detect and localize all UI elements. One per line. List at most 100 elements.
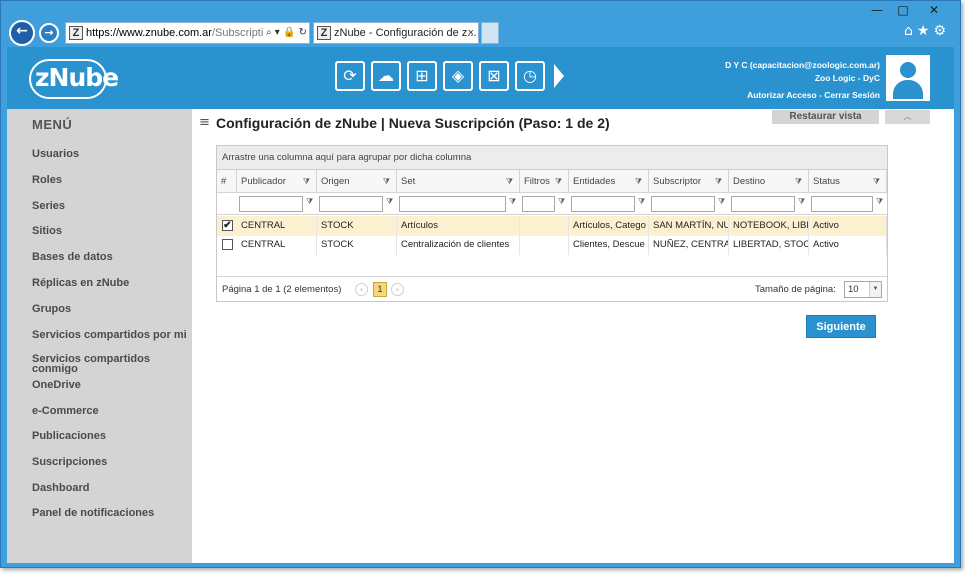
filter-input[interactable] xyxy=(522,196,555,212)
subscription-grid: Arrastre una columna aquí para agrupar p… xyxy=(216,145,888,302)
filter-input[interactable] xyxy=(651,196,715,212)
column-filter-icon[interactable]: ⧩ xyxy=(635,170,642,193)
box-icon[interactable]: ◈ xyxy=(443,61,473,91)
column-filter-icon[interactable]: ⧩ xyxy=(873,170,880,193)
column-filter-icon[interactable]: ⧩ xyxy=(795,170,802,193)
avatar-head-icon xyxy=(900,62,916,78)
column-header-label: Filtros xyxy=(524,176,550,187)
clock-icon[interactable]: ◷ xyxy=(515,61,545,91)
table-row[interactable]: ✔ CENTRAL STOCK Artículos Artículos, Catego S… xyxy=(217,216,887,236)
collapse-icon[interactable]: ︿ xyxy=(885,110,930,124)
filter-funnel-icon[interactable]: ⧩ xyxy=(798,197,805,207)
column-filter-icon[interactable]: ⧩ xyxy=(506,170,513,193)
home-star-gear-icons[interactable]: ⌂★⚙ xyxy=(904,23,950,39)
column-filter-icon[interactable]: ⧩ xyxy=(555,170,562,193)
column-header-label: Destino xyxy=(733,176,766,187)
column-header-6[interactable]: Subscriptor ⧩ xyxy=(649,170,729,193)
row-checkbox[interactable]: ✔ xyxy=(222,220,233,231)
group-by-hint[interactable]: Arrastre una columna aquí para agrupar p… xyxy=(217,146,887,170)
tab-close-icon[interactable]: × xyxy=(468,23,474,43)
column-header-4[interactable]: Filtros ⧩ xyxy=(520,170,569,193)
sidebar-item-publicaciones[interactable]: Publicaciones xyxy=(32,431,192,442)
sidebar-item-dashboard[interactable]: Dashboard xyxy=(32,483,192,494)
hamburger-icon[interactable]: ≡ xyxy=(199,115,210,130)
sidebar-item-usuarios[interactable]: Usuarios xyxy=(32,149,192,160)
browser-tab-active[interactable]: Z zNube - Configuración de z... × xyxy=(313,22,479,44)
back-button[interactable]: ← xyxy=(9,20,35,46)
users-refresh-icon[interactable]: ⟳ xyxy=(335,61,365,91)
next-button[interactable]: Siguiente xyxy=(806,315,876,338)
sidebar-item-series[interactable]: Series xyxy=(32,201,192,212)
sidebar-item-servicios-compartidos-por-mi[interactable]: Servicios compartidos por mi xyxy=(32,330,192,341)
filter-input[interactable] xyxy=(731,196,795,212)
close-window-button[interactable]: ✕ xyxy=(916,3,952,19)
column-header-label: Subscriptor xyxy=(653,176,702,187)
filter-funnel-icon[interactable]: ⧩ xyxy=(638,197,645,207)
column-filter-icon[interactable]: ⧩ xyxy=(383,170,390,193)
column-header-1[interactable]: Publicador ⧩ xyxy=(237,170,317,193)
avatar[interactable] xyxy=(886,55,930,101)
cell-origen: STOCK xyxy=(317,235,397,255)
filter-input[interactable] xyxy=(399,196,506,212)
column-header-label: Origen xyxy=(321,176,350,187)
column-header-5[interactable]: Entidades ⧩ xyxy=(569,170,649,193)
page-size-select[interactable]: 10 ▼ xyxy=(844,281,882,298)
cart-icon[interactable]: ⊠ xyxy=(479,61,509,91)
window-controls: — □ ✕ xyxy=(864,3,952,19)
filter-funnel-icon[interactable]: ⧩ xyxy=(509,197,516,207)
minimize-button[interactable]: — xyxy=(864,3,890,19)
network-icon[interactable]: ⊞ xyxy=(407,61,437,91)
sidebar-item-suscripciones[interactable]: Suscripciones xyxy=(32,457,192,468)
filter-input[interactable] xyxy=(811,196,873,212)
filter-input[interactable] xyxy=(239,196,303,212)
sidebar-item-panel-de-notificaciones[interactable]: Panel de notificaciones xyxy=(32,508,192,519)
tab-title: zNube - Configuración de z... xyxy=(334,27,477,39)
modules-next-arrow-icon[interactable] xyxy=(554,64,564,88)
filter-funnel-icon[interactable]: ⧩ xyxy=(558,197,565,207)
address-bar[interactable]: Z https://www.znube.com.ar/Subscriptio ⌕… xyxy=(65,22,310,44)
link-separator: - xyxy=(819,90,822,100)
pager-next-button[interactable]: › xyxy=(391,283,404,296)
column-filter-icon[interactable]: ⧩ xyxy=(303,170,310,193)
sidebar-item-e-commerce[interactable]: e-Commerce xyxy=(32,406,192,417)
sidebar-item-servicios-compartidos-conmigo[interactable]: Servicios compartidos conmigo xyxy=(32,354,162,374)
column-header-0[interactable]: # xyxy=(217,170,237,193)
filter-input[interactable] xyxy=(319,196,383,212)
address-tools-icons[interactable]: ⌕ ▾ 🔒 ↻ xyxy=(263,23,307,43)
sidebar-item-bases-de-datos[interactable]: Bases de datos xyxy=(32,252,192,263)
filter-funnel-icon[interactable]: ⧩ xyxy=(306,197,313,207)
chevron-down-icon[interactable]: ▼ xyxy=(869,282,881,297)
forward-button[interactable]: → xyxy=(39,23,59,43)
authorize-access-link[interactable]: Autorizar Acceso xyxy=(747,90,817,100)
sidebar-item-grupos[interactable]: Grupos xyxy=(32,304,192,315)
column-header-7[interactable]: Destino ⧩ xyxy=(729,170,809,193)
cell-origen: STOCK xyxy=(317,216,397,236)
pager-current-page[interactable]: 1 xyxy=(373,282,387,297)
row-checkbox[interactable] xyxy=(222,239,233,250)
table-row[interactable]: CENTRAL STOCK Centralización de clientes Cl… xyxy=(217,235,887,255)
column-header-2[interactable]: Origen ⧩ xyxy=(317,170,397,193)
maximize-button[interactable]: □ xyxy=(890,3,916,19)
filter-input[interactable] xyxy=(571,196,635,212)
sidebar-item-onedrive[interactable]: OneDrive xyxy=(32,380,192,391)
column-header-8[interactable]: Status ⧩ xyxy=(809,170,887,193)
app-header: zNube ⟳ ☁ ⊞ ◈ ⊠ ◷ D Y C (capacitacion@zoologi… xyxy=(7,47,954,109)
column-filter-icon[interactable]: ⧩ xyxy=(715,170,722,193)
user-email: D Y C (capacitacion@zoologic.com.ar) xyxy=(725,60,880,70)
filter-funnel-icon[interactable]: ⧩ xyxy=(718,197,725,207)
filter-funnel-icon[interactable]: ⧩ xyxy=(386,197,393,207)
znube-logo[interactable]: zNube xyxy=(29,57,119,99)
restore-view-button[interactable]: Restaurar vista xyxy=(772,110,879,124)
sidebar-item-roles[interactable]: Roles xyxy=(32,175,192,186)
new-tab-button[interactable] xyxy=(481,22,499,44)
filter-funnel-icon[interactable]: ⧩ xyxy=(876,197,883,207)
sidebar-item-replicas-en-znube[interactable]: Réplicas en zNube xyxy=(32,278,192,289)
cloud-settings-icon[interactable]: ☁ xyxy=(371,61,401,91)
pager-prev-button[interactable]: ‹ xyxy=(355,283,368,296)
column-header-3[interactable]: Set ⧩ xyxy=(397,170,520,193)
column-header-label: Status xyxy=(813,176,840,187)
sidebar-item-sitios[interactable]: Sitios xyxy=(32,226,192,237)
page-viewport: zNube ⟳ ☁ ⊞ ◈ ⊠ ◷ D Y C (capacitacion@zoologi… xyxy=(7,47,954,563)
logout-link[interactable]: Cerrar Sesión xyxy=(824,90,880,100)
page-title: Configuración de zNube | Nueva Suscripci… xyxy=(216,115,610,131)
